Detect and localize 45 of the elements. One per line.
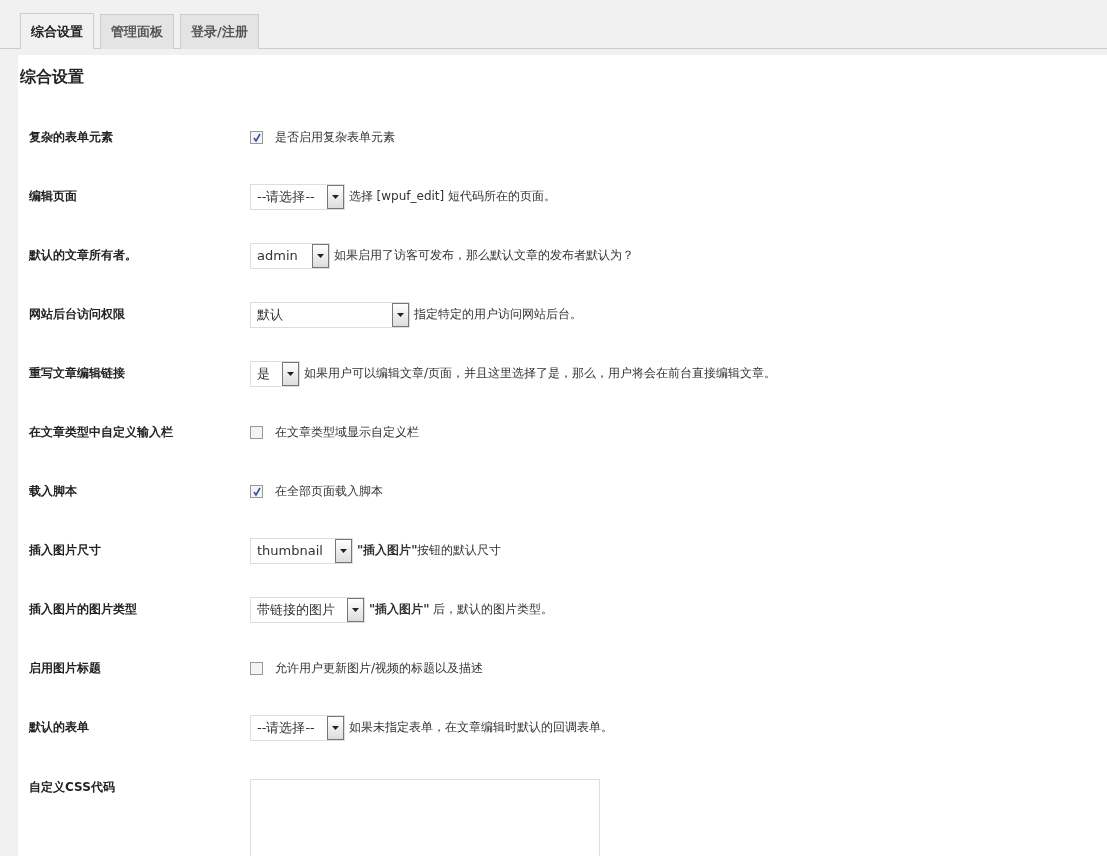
checkbox-label: 是否启用复杂表单元素 — [275, 129, 395, 146]
section-title: 综合设置 — [20, 67, 85, 88]
checkbox-label: 允许用户更新图片/视频的标题以及描述 — [275, 660, 484, 677]
setting-description: 如果启用了访客可发布，那么默认文章的发布者默认为？ — [334, 247, 634, 264]
setting-label: 插入图片尺寸 — [29, 542, 102, 559]
caret-down-icon — [352, 607, 359, 612]
dropdown[interactable]: 带链接的图片 — [250, 596, 365, 623]
dropdown[interactable]: 是 — [250, 360, 300, 387]
setting-description: 如果未指定表单，在文章编辑时默认的回调表单。 — [348, 719, 613, 736]
tab[interactable]: 登录/注册 — [180, 14, 259, 49]
checkbox[interactable] — [250, 131, 263, 144]
caret-down-icon — [317, 253, 324, 258]
setting-description: 如果用户可以编辑文章/页面，并且这里选择了是，那么，用户将会在前台直接编辑文章。 — [304, 365, 777, 382]
caret-down-icon — [331, 725, 339, 730]
dropdown[interactable]: 默认 — [250, 301, 410, 328]
dropdown[interactable]: --请选择-- — [250, 714, 345, 741]
checkbox-label: 在全部页面载入脚本 — [275, 483, 383, 500]
setting-label: 网站后台访问权限 — [29, 306, 126, 323]
checkbox[interactable] — [250, 662, 263, 675]
setting-label: 默认的文章所有者。 — [29, 247, 138, 264]
setting-label: 启用图片标题 — [29, 660, 102, 677]
setting-label: 复杂的表单元素 — [29, 129, 114, 146]
setting-label: 默认的表单 — [29, 719, 90, 736]
dropdown[interactable]: --请选择-- — [250, 183, 345, 210]
setting-description: 指定特定的用户访问网站后台。 — [414, 306, 582, 323]
setting-label: 载入脚本 — [29, 483, 78, 500]
setting-description: 选择 [wpuf_edit] 短代码所在的页面。 — [348, 188, 557, 205]
setting-label: 编辑页面 — [29, 188, 78, 205]
caret-down-icon — [331, 194, 339, 199]
dropdown[interactable]: thumbnail — [250, 537, 353, 564]
setting-label: 自定义CSS代码 — [29, 779, 116, 796]
caret-down-icon — [287, 371, 294, 376]
checkbox[interactable] — [250, 485, 263, 498]
setting-label: 插入图片的图片类型 — [29, 601, 138, 618]
setting-label: 在文章类型中自定义输入栏 — [29, 424, 174, 441]
dropdown[interactable]: admin — [250, 242, 330, 269]
checkbox[interactable] — [250, 426, 263, 439]
checkbox-label: 在文章类型域显示自定义栏 — [275, 424, 419, 441]
setting-description: "插入图片"按钮的默认尺寸 — [356, 542, 502, 559]
tab[interactable]: 管理面板 — [100, 14, 174, 49]
tab[interactable]: 综合设置 — [20, 13, 94, 49]
caret-down-icon — [397, 312, 404, 317]
caret-down-icon — [339, 548, 347, 553]
setting-description: "插入图片" 后，默认的图片类型。 — [369, 601, 554, 618]
setting-label: 重写文章编辑链接 — [29, 365, 126, 382]
